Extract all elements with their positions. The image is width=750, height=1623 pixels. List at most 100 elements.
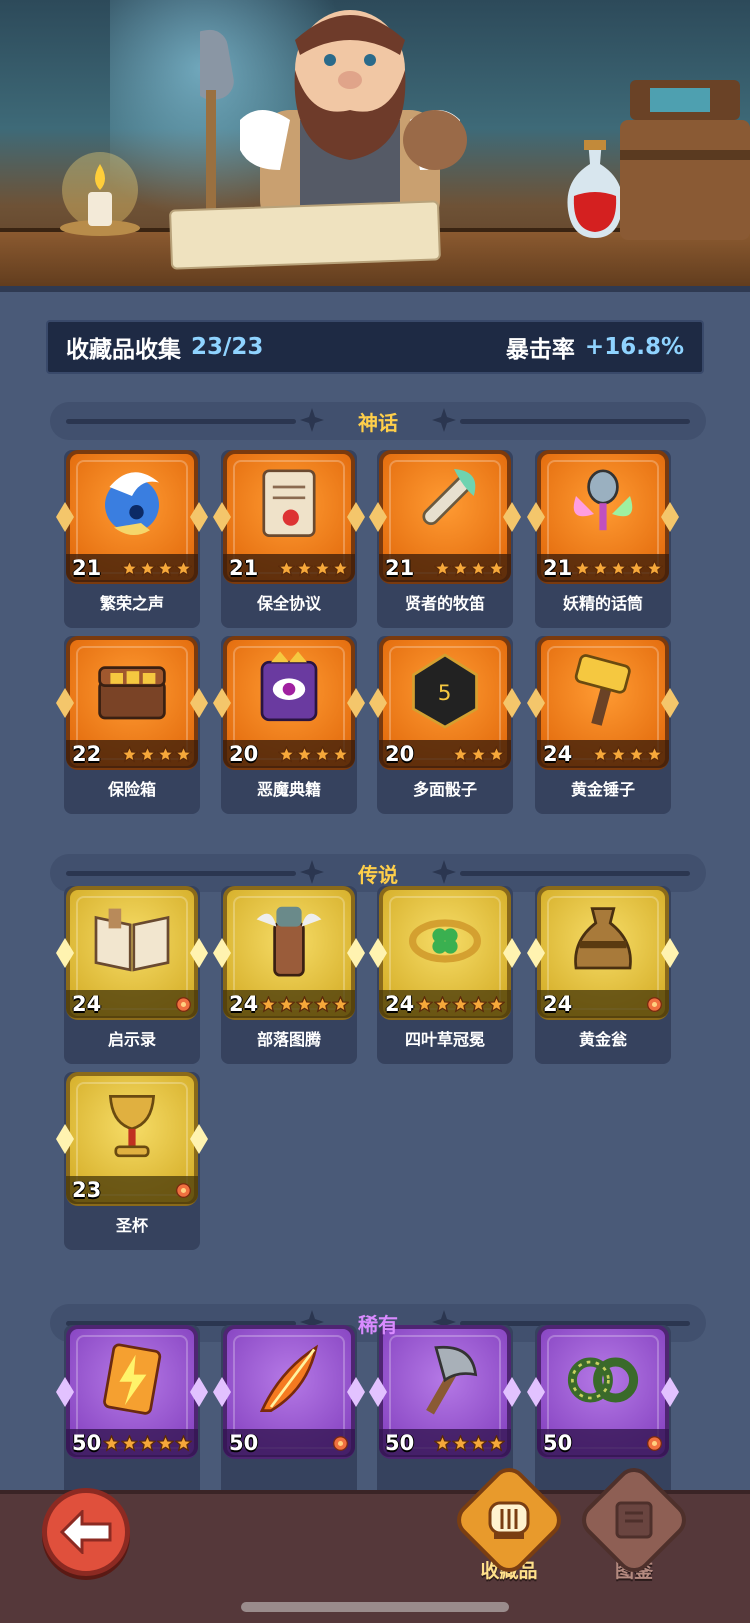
collectible-card[interactable]: 20 恶魔典籍	[213, 636, 365, 814]
collectible-name: 四叶草冠冕	[404, 1030, 485, 1049]
candle-icon	[60, 152, 140, 236]
home-indicator	[241, 1602, 509, 1612]
collectible-card[interactable]: 21 繁荣之声	[56, 450, 208, 628]
level-strip: 21	[223, 554, 355, 582]
collectible-card[interactable]: 24 部落图腾	[213, 886, 365, 1064]
section-header-mythic: 神话	[50, 402, 706, 440]
collectible-card[interactable]: 24 四叶草冠冕	[369, 886, 521, 1064]
star-rating	[574, 559, 663, 577]
codex-badge	[574, 1460, 694, 1580]
sparkle-icon	[432, 860, 456, 884]
back-arrow-icon	[60, 1510, 112, 1554]
collectible-card[interactable]: 21 贤者的牧笛	[369, 450, 521, 628]
open-book-icon	[82, 896, 182, 986]
level-value: 20	[385, 742, 415, 766]
clover-crown-icon	[395, 896, 495, 986]
flame-feather-icon	[239, 1335, 339, 1425]
dice-icon: 5	[395, 646, 495, 736]
star-rating	[175, 996, 192, 1013]
collectible-card[interactable]: 23 圣杯	[56, 1072, 208, 1250]
totem-icon	[239, 896, 339, 986]
star-rating	[278, 559, 349, 577]
star-rating	[646, 996, 663, 1013]
level-value: 21	[229, 556, 259, 580]
collectible-card[interactable]: 24 黄金锤子	[527, 636, 679, 814]
crit-rate-label: 暴击率	[505, 337, 575, 363]
sparkle-icon	[300, 408, 324, 432]
level-strip: 24	[66, 990, 198, 1018]
level-strip: 21	[379, 554, 511, 582]
level-value: 24	[72, 992, 102, 1016]
section-title: 稀有	[358, 1312, 398, 1337]
tab-collectibles[interactable]: 收藏品	[449, 1460, 569, 1588]
hero-illustration	[0, 0, 750, 292]
collectible-name: 圣杯	[115, 1216, 148, 1235]
star-rating	[434, 1434, 505, 1452]
collectible-name: 恶魔典籍	[256, 780, 321, 799]
collectible-card[interactable]: 21 妖精的话筒	[527, 450, 679, 628]
star-rating	[260, 995, 349, 1013]
sparkle-icon	[432, 408, 456, 432]
book-icon	[615, 1501, 653, 1539]
blue-orb-icon	[82, 460, 182, 550]
collectible-name: 保全协议	[256, 594, 321, 613]
collection-count: 23/23	[191, 334, 264, 360]
star-rating	[416, 995, 505, 1013]
level-strip: 24	[379, 990, 511, 1018]
back-button[interactable]	[42, 1488, 130, 1576]
star-rating	[121, 745, 192, 763]
collectible-card[interactable]: 21 保全协议	[213, 450, 365, 628]
lightning-card-icon	[82, 1335, 182, 1425]
collectible-name: 部落图腾	[256, 1030, 321, 1049]
thorn-ring-icon	[553, 1335, 653, 1425]
tab-codex[interactable]: 图鉴	[574, 1460, 694, 1588]
wooden-chest-icon	[620, 80, 750, 240]
collectible-name: 贤者的牧笛	[404, 594, 485, 613]
golden-urn-icon	[553, 896, 653, 986]
collectible-name: 妖精的话筒	[562, 594, 643, 613]
level-value: 50	[72, 1431, 102, 1455]
level-value: 20	[229, 742, 259, 766]
collectible-name: 黄金瓮	[578, 1030, 627, 1049]
level-strip: 21	[66, 554, 198, 582]
collectible-card[interactable]: 5 20 多面骰子	[369, 636, 521, 814]
level-value: 24	[543, 992, 573, 1016]
contract-scroll-icon	[239, 460, 339, 550]
level-strip: 21	[537, 554, 669, 582]
golden-hammer-icon	[553, 646, 653, 736]
section-title: 传说	[358, 862, 398, 887]
level-value: 24	[229, 992, 259, 1016]
star-rating	[592, 745, 663, 763]
axe-icon	[395, 1335, 495, 1425]
level-value: 50	[385, 1431, 415, 1455]
level-strip: 50	[379, 1429, 511, 1457]
collectibles-badge	[449, 1460, 569, 1580]
level-value: 23	[72, 1178, 102, 1202]
sparkle-icon	[300, 860, 324, 884]
star-rating	[434, 559, 505, 577]
collectible-card[interactable]: 24 黄金瓮	[527, 886, 679, 1064]
star-rating	[278, 745, 349, 763]
level-value: 21	[72, 556, 102, 580]
level-value: 21	[543, 556, 573, 580]
collectible-card[interactable]: 50	[213, 1325, 365, 1503]
collectible-name: 黄金锤子	[570, 780, 635, 799]
chalice-icon	[82, 1082, 182, 1172]
star-rating	[646, 1435, 663, 1452]
treasure-chest-icon	[82, 646, 182, 736]
crit-rate-value: +16.8%	[584, 334, 684, 360]
star-rating	[175, 1182, 192, 1199]
level-value: 24	[543, 742, 573, 766]
level-value: 24	[385, 992, 415, 1016]
level-value: 21	[385, 556, 415, 580]
level-strip: 50	[537, 1429, 669, 1457]
level-strip: 50	[223, 1429, 355, 1457]
flute-icon	[395, 460, 495, 550]
collectible-card[interactable]: 24 启示录	[56, 886, 208, 1064]
collectible-card[interactable]: 22 保险箱	[56, 636, 208, 814]
level-strip: 20	[223, 740, 355, 768]
collectible-card[interactable]: 50	[56, 1325, 208, 1503]
level-strip: 23	[66, 1176, 198, 1204]
collectible-name: 启示录	[107, 1030, 156, 1049]
level-value: 22	[72, 742, 102, 766]
